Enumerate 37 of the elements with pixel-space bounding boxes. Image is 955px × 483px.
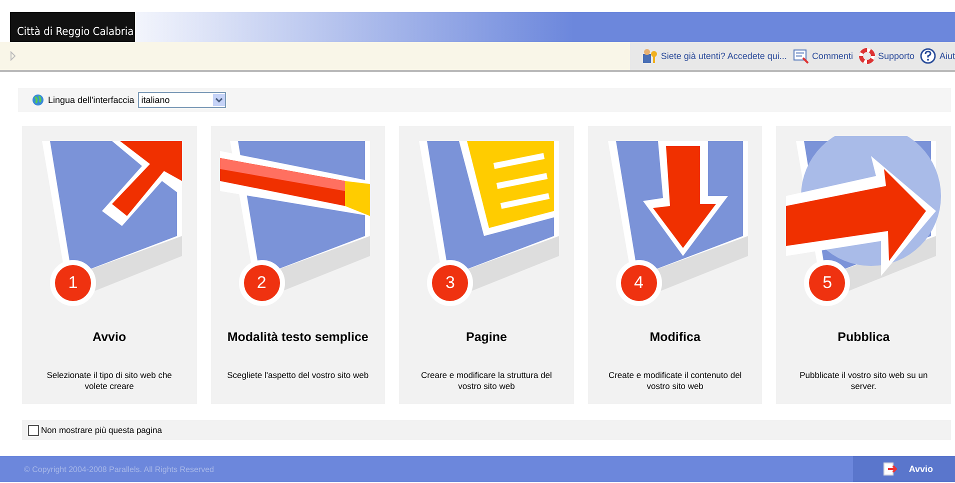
step-number: 5 <box>804 260 850 306</box>
step-description: Scegliete l'aspetto del vostro sito web <box>226 370 370 381</box>
user-key-icon <box>642 48 658 64</box>
checkbox-label: Non mostrare più questa pagina <box>41 425 162 435</box>
language-label: Lingua dell'interfaccia <box>48 95 134 105</box>
page-arrow-icon <box>882 462 897 476</box>
toolbar-link[interactable]: Supporto <box>878 51 914 61</box>
start-button[interactable]: Avvio <box>852 456 955 482</box>
globe-icon <box>32 94 44 106</box>
copyright-text: © Copyright 2004-2008 Parallels. All Rights Reserved <box>24 464 214 474</box>
lifebuoy-icon <box>858 48 875 64</box>
step-title: Pubblica <box>838 330 890 344</box>
step-number: 4 <box>616 260 662 306</box>
toolbar-link[interactable]: Aiut <box>939 51 955 61</box>
step-number: 2 <box>238 260 285 306</box>
checkbox[interactable] <box>28 424 39 436</box>
step-description: Create e modificate il contenuto del vostro sito web <box>607 370 743 392</box>
help-icon <box>920 48 936 64</box>
step-title: Modifica <box>650 330 700 344</box>
logo-text: Città di Reggio Calabria <box>17 25 134 38</box>
step-title: Modalità testo semplice <box>227 330 368 344</box>
step-card[interactable]: 3 Pagine Creare e modificare la struttura del vostro sito web <box>399 126 574 404</box>
step-card[interactable]: 2 Modalità testo semplice Scegliete l'aspetto del vostro sito web <box>210 126 386 404</box>
step-title: Avvio <box>92 330 126 344</box>
step-description: Pubblicate il vostro sito web su un server. <box>798 370 929 392</box>
step-title: Pagine <box>466 330 507 344</box>
step-number: 1 <box>50 260 96 306</box>
step-number: 3 <box>427 260 474 306</box>
toolbar-link[interactable]: Commenti <box>812 51 853 61</box>
language-dropdown[interactable]: italiano <box>138 92 226 108</box>
step-description: Creare e modificare la struttura del vostro sito web <box>420 370 553 392</box>
step-card[interactable]: 4 Modifica Create e modificate il contenuto del vostro sito web <box>588 126 762 404</box>
step-description: Selezionate il tipo di sito web che volete creare <box>46 370 173 392</box>
step-card[interactable]: 1 Avvio Selezionate il tipo di sito web che volete creare <box>22 126 197 404</box>
step-card[interactable]: 5 Pubblica Pubblicate il vostro sito web su un server. <box>776 126 951 404</box>
toolbar-link[interactable]: Siete già utenti? Accedete qui... <box>660 51 787 61</box>
comment-icon <box>792 48 809 64</box>
